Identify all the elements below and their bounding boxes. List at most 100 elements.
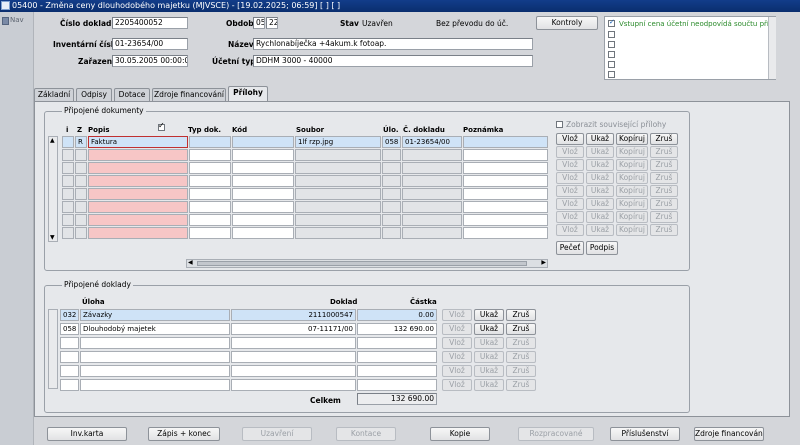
doc-cell-typ[interactable] <box>189 149 231 161</box>
doc-cell-cdokladu[interactable] <box>402 188 462 200</box>
footer-z-pis-konec-button[interactable]: Zápis + konec <box>148 427 220 441</box>
linked-cell-castka[interactable] <box>357 337 437 349</box>
linked-ukaz-button[interactable]: Ukaž <box>474 323 504 335</box>
doc-cell-popis[interactable] <box>88 188 188 200</box>
doc-cell-i[interactable] <box>62 214 74 226</box>
linked-cell-name[interactable]: Dlouhodobý majetek <box>80 323 230 335</box>
linked-cell-code[interactable] <box>60 365 79 377</box>
linked-cell-name[interactable]: Závazky <box>80 309 230 321</box>
doc-ukaz-button[interactable]: Ukaž <box>586 159 614 171</box>
doc-cell-soubor[interactable] <box>295 214 381 226</box>
doc-kopiruj-button[interactable]: Kopíruj <box>616 198 648 210</box>
doc-cell-typ[interactable] <box>189 188 231 200</box>
doc-cell-ulo[interactable] <box>382 188 401 200</box>
warning-checkbox-4[interactable] <box>608 51 615 58</box>
linked-cell-name[interactable] <box>80 351 230 363</box>
warnings-scrollbar[interactable] <box>768 17 776 79</box>
doc-cell-poznamka[interactable] <box>463 175 548 187</box>
doc-cell-z[interactable] <box>75 201 87 213</box>
doc-cell-kod[interactable] <box>232 162 294 174</box>
pecet-button[interactable]: Pečeť <box>556 241 584 255</box>
doc-ukaz-button[interactable]: Ukaž <box>586 198 614 210</box>
warnings-list[interactable]: ✓ Vstupní cena účetní neodpovídá součtu … <box>604 16 776 80</box>
doc-cell-soubor[interactable] <box>295 201 381 213</box>
doc-cell-i[interactable] <box>62 201 74 213</box>
warning-checkbox-2[interactable] <box>608 31 615 38</box>
show-related-checkbox[interactable] <box>556 121 563 128</box>
linked-cell-doklad[interactable]: 07-11171/00 <box>231 323 356 335</box>
doc-cell-poznamka[interactable] <box>463 214 548 226</box>
obdobi-month-field[interactable]: 05 <box>253 17 265 29</box>
doc-cell-popis[interactable] <box>88 175 188 187</box>
tab-zakladni[interactable]: Základní <box>34 88 74 101</box>
doc-cell-cdokladu[interactable] <box>402 227 462 239</box>
doc-kopiruj-button[interactable]: Kopíruj <box>616 133 648 145</box>
linked-cell-code[interactable] <box>60 379 79 391</box>
doc-kopiruj-button[interactable]: Kopíruj <box>616 159 648 171</box>
tab-prilohy[interactable]: Přílohy <box>228 86 268 102</box>
doc-cell-typ[interactable] <box>189 214 231 226</box>
doc-zrus-button[interactable]: Zruš <box>650 146 678 158</box>
scroll-left-icon[interactable]: ◀ <box>188 259 193 266</box>
doc-ukaz-button[interactable]: Ukaž <box>586 146 614 158</box>
doc-cell-typ[interactable] <box>189 227 231 239</box>
doc-cell-kod[interactable] <box>232 227 294 239</box>
doc-cell-popis[interactable] <box>88 227 188 239</box>
doc-cell-popis[interactable] <box>88 162 188 174</box>
linked-ukaz-button[interactable]: Ukaž <box>474 379 504 391</box>
doc-vloz-button[interactable]: Vlož <box>556 146 584 158</box>
linked-cell-code[interactable]: 058 <box>60 323 79 335</box>
cislo-dokladu-field[interactable]: 2205400052 <box>112 17 188 29</box>
doc-kopiruj-button[interactable]: Kopíruj <box>616 211 648 223</box>
doc-ukaz-button[interactable]: Ukaž <box>586 185 614 197</box>
doc-cell-cdokladu[interactable] <box>402 201 462 213</box>
doc-cell-i[interactable] <box>62 227 74 239</box>
nav-label[interactable]: Nav <box>10 16 24 24</box>
doc-vloz-button[interactable]: Vlož <box>556 159 584 171</box>
doc-cell-ulo[interactable] <box>382 201 401 213</box>
linked-vscrollbar[interactable] <box>48 309 58 389</box>
doc-cell-kod[interactable] <box>232 175 294 187</box>
ucetni-typ-field[interactable]: DDHM 3000 - 40000 <box>253 55 533 67</box>
doc-zrus-button[interactable]: Zruš <box>650 224 678 236</box>
podpis-button[interactable]: Podpis <box>586 241 618 255</box>
obdobi-year-field[interactable]: 22 <box>266 17 278 29</box>
doc-cell-cdokladu[interactable] <box>402 162 462 174</box>
doc-cell-ulo[interactable] <box>382 175 401 187</box>
linked-cell-name[interactable] <box>80 379 230 391</box>
doc-ukaz-button[interactable]: Ukaž <box>586 211 614 223</box>
linked-cell-castka[interactable]: 0.00 <box>357 309 437 321</box>
doc-kopiruj-button[interactable]: Kopíruj <box>616 185 648 197</box>
doc-cell-poznamka[interactable] <box>463 201 548 213</box>
doc-cell-z[interactable] <box>75 227 87 239</box>
doc-cell-poznamka[interactable] <box>463 162 548 174</box>
doc-cell-soubor[interactable]: 1lf rzp.jpg <box>295 136 381 148</box>
linked-cell-castka[interactable] <box>357 379 437 391</box>
doc-cell-typ[interactable] <box>189 136 231 148</box>
doc-vloz-button[interactable]: Vlož <box>556 211 584 223</box>
linked-ukaz-button[interactable]: Ukaž <box>474 309 504 321</box>
footer-kontace-button[interactable]: Kontace <box>336 427 396 441</box>
inventarni-cislo-field[interactable]: 01-23654/00 <box>112 38 188 50</box>
linked-cell-castka[interactable]: 132 690.00 <box>357 323 437 335</box>
doc-cell-i[interactable] <box>62 136 74 148</box>
doc-ukaz-button[interactable]: Ukaž <box>586 224 614 236</box>
doc-cell-cdokladu[interactable] <box>402 214 462 226</box>
doc-vloz-button[interactable]: Vlož <box>556 172 584 184</box>
doc-cell-cdokladu[interactable]: 01-23654/00 <box>402 136 462 148</box>
doc-cell-i[interactable] <box>62 162 74 174</box>
doc-cell-i[interactable] <box>62 149 74 161</box>
linked-cell-doklad[interactable]: 2111000547 <box>231 309 356 321</box>
scroll-down-icon[interactable]: ▼ <box>50 234 55 241</box>
doc-cell-cdokladu[interactable] <box>402 175 462 187</box>
doc-cell-soubor[interactable] <box>295 162 381 174</box>
doc-cell-popis[interactable] <box>88 201 188 213</box>
doc-kopiruj-button[interactable]: Kopíruj <box>616 146 648 158</box>
doc-ukaz-button[interactable]: Ukaž <box>586 172 614 184</box>
doc-cell-soubor[interactable] <box>295 227 381 239</box>
doc-kopiruj-button[interactable]: Kopíruj <box>616 172 648 184</box>
doc-cell-z[interactable] <box>75 188 87 200</box>
linked-ukaz-button[interactable]: Ukaž <box>474 365 504 377</box>
linked-vloz-button[interactable]: Vlož <box>442 379 472 391</box>
doc-cell-z[interactable] <box>75 149 87 161</box>
